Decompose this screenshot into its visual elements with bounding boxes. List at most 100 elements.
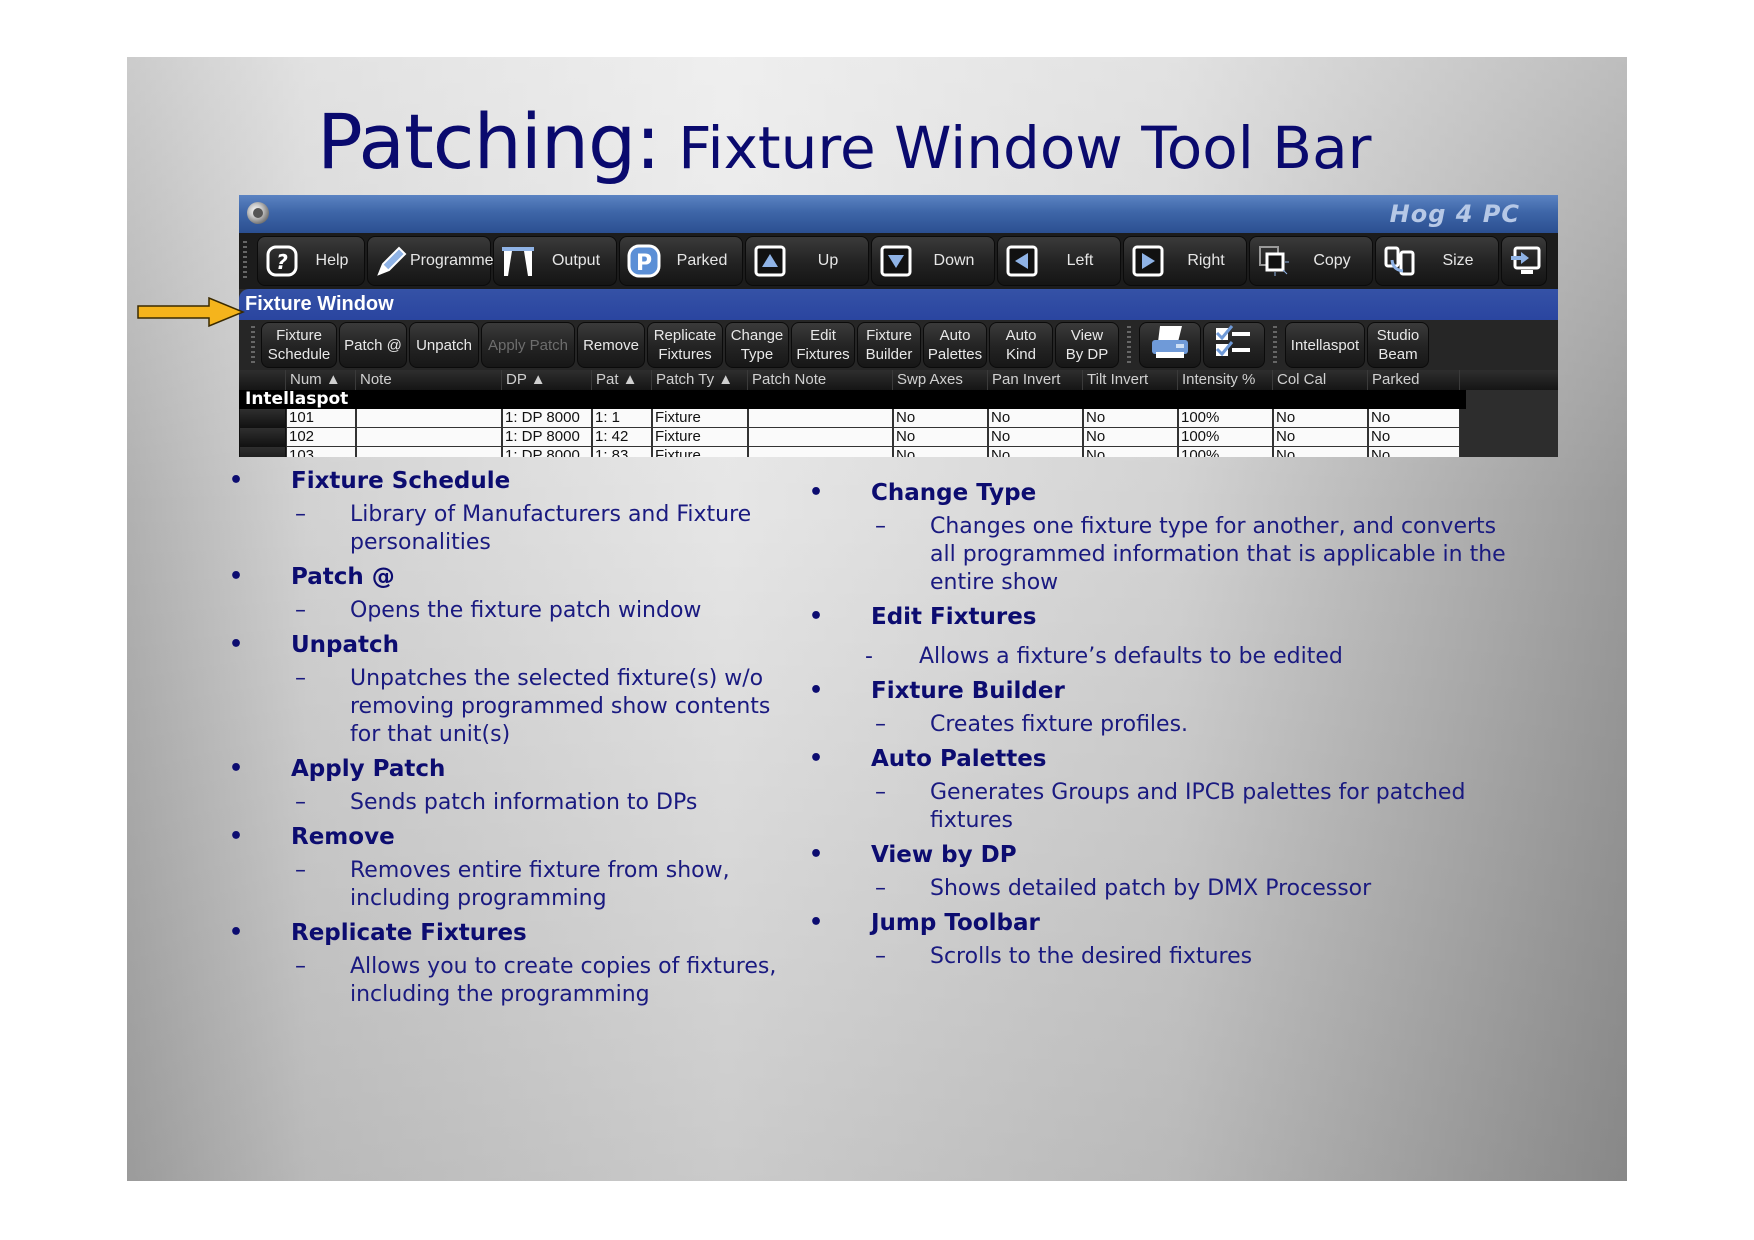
- fixture-toolbar-auto-palettes-button[interactable]: Auto Palettes: [923, 322, 987, 368]
- fixture-toolbar-remove-button[interactable]: Remove: [577, 322, 645, 368]
- parked-icon: P: [626, 243, 662, 279]
- curtain-icon: [500, 243, 536, 279]
- table-cell: No: [1273, 409, 1368, 428]
- table-cell: No: [1368, 447, 1460, 457]
- fixture-toolbar-auto-kind-button[interactable]: Auto Kind: [989, 322, 1053, 368]
- column-header[interactable]: Num ▲: [286, 370, 356, 390]
- group-row-intellaspot[interactable]: Intellaspot: [239, 390, 1466, 409]
- toolbar-button-left[interactable]: Left: [997, 236, 1121, 286]
- pointer-arrow-icon: [137, 297, 245, 327]
- column-header[interactable]: Patch Ty ▲: [652, 370, 748, 390]
- bullet-title: • Apply Patch: [225, 753, 785, 785]
- table-row[interactable]: 102 1: DP 8000 1: 42 Fixture No No No 100% No No: [239, 428, 1558, 447]
- toolbar-button-size[interactable]: Size: [1375, 236, 1499, 286]
- table-cell: 1: DP 8000: [502, 409, 592, 428]
- toolbar-button-copy[interactable]: Copy: [1249, 236, 1373, 286]
- arrow-left-icon: [1004, 243, 1040, 279]
- table-cell: 1: 1: [592, 409, 652, 428]
- bullet-item: • Unpatch – Unpatches the selected fixture(…: [225, 629, 785, 749]
- slide: Patching: Fixture Window Tool Bar Hog 4 …: [127, 57, 1627, 1181]
- dash-icon: -: [865, 644, 873, 669]
- bullet-dot-icon: •: [809, 604, 824, 629]
- table-cell: No: [1273, 447, 1368, 457]
- bullet-title: • Jump Toolbar: [805, 907, 1525, 939]
- dash-icon: –: [875, 780, 886, 805]
- table-row[interactable]: 103 1: DP 8000 1: 83 Fixture No No No 100% No No: [239, 447, 1558, 457]
- toolbar-button-help[interactable]: ? Help: [257, 236, 365, 286]
- toolbar-button-output[interactable]: Output: [493, 236, 617, 286]
- row-selector[interactable]: [239, 447, 286, 457]
- fixture-toolbar-edit-fixtures-button[interactable]: Edit Fixtures: [791, 322, 855, 368]
- window-menu-knob-icon[interactable]: [247, 202, 269, 224]
- jump-toolbar-studio-beam-button[interactable]: Studio Beam: [1367, 322, 1429, 368]
- bullet-title-text: Fixture Schedule: [291, 468, 511, 494]
- bullet-title: • View by DP: [805, 839, 1525, 871]
- toolbar-button-down[interactable]: Down: [871, 236, 995, 286]
- table-cell: No: [988, 428, 1083, 447]
- checklist-button[interactable]: [1203, 322, 1265, 368]
- toolbar-button-up[interactable]: Up: [745, 236, 869, 286]
- toolbar-button-parked[interactable]: P Parked: [619, 236, 743, 286]
- table-cell: [356, 428, 502, 447]
- table-row[interactable]: 101 1: DP 8000 1: 1 Fixture No No No 100% No No: [239, 409, 1558, 428]
- bullet-description: – Unpatches the selected fixture(s) w/o r…: [225, 665, 785, 749]
- bullet-title-text: Jump Toolbar: [871, 910, 1040, 936]
- toolbar-grip[interactable]: [1127, 326, 1131, 364]
- table-cell: [356, 447, 502, 457]
- toolbar-grip[interactable]: [1273, 326, 1277, 364]
- bullet-item: • Change Type – Changes one fixture type fo…: [805, 477, 1525, 597]
- bullet-dot-icon: •: [809, 678, 824, 703]
- jump-toolbar-intellaspot-button[interactable]: Intellaspot: [1285, 322, 1365, 368]
- bullet-title: • Remove: [225, 821, 785, 853]
- fixture-toolbar-change-type-button[interactable]: Change Type: [725, 322, 789, 368]
- fixture-toolbar-patch-button[interactable]: Patch @: [339, 322, 407, 368]
- toolbar-grip[interactable]: [243, 241, 247, 281]
- row-selector[interactable]: [239, 409, 286, 428]
- column-header[interactable]: Intensity %: [1178, 370, 1273, 390]
- toolbar-button-programmer[interactable]: Programmer: [367, 236, 499, 286]
- help-icon: ?: [264, 243, 300, 279]
- column-header[interactable]: Tilt Invert: [1083, 370, 1178, 390]
- dash-icon: –: [875, 514, 886, 539]
- fixture-toolbar-unpatch-button[interactable]: Unpatch: [409, 322, 479, 368]
- bullet-description-text: Allows a fixture’s defaults to be edited: [919, 644, 1343, 669]
- bullet-title-text: Auto Palettes: [871, 746, 1047, 772]
- hog-title-bar: Hog 4 PC: [239, 195, 1558, 233]
- bullet-description-text: Library of Manufacturers and Fixture per…: [350, 502, 752, 555]
- arrow-right-icon: [1130, 243, 1166, 279]
- hog-brand-label: Hog 4 PC: [1389, 200, 1520, 228]
- monitor-icon: [1508, 243, 1544, 279]
- column-header[interactable]: Col Cal: [1273, 370, 1368, 390]
- table-cell: 1: DP 8000: [502, 428, 592, 447]
- column-header[interactable]: DP ▲: [502, 370, 592, 390]
- column-header[interactable]: Pat ▲: [592, 370, 652, 390]
- column-header[interactable]: Swp Axes: [893, 370, 988, 390]
- bullet-title-text: Unpatch: [291, 632, 400, 658]
- fixture-toolbar-apply-patch-button[interactable]: Apply Patch: [481, 322, 575, 368]
- bullet-description: – Shows detailed patch by DMX Processor: [805, 875, 1525, 903]
- fixture-toolbar-fixture-builder-button[interactable]: Fixture Builder: [857, 322, 921, 368]
- hog-window-screenshot: Hog 4 PC ? Help Programmer Output P Parked Up D…: [239, 195, 1558, 457]
- table-cell: 100%: [1178, 428, 1273, 447]
- column-header[interactable]: Parked: [1368, 370, 1460, 390]
- row-selector[interactable]: [239, 428, 286, 447]
- toolbar-button-right[interactable]: Right: [1123, 236, 1247, 286]
- toolbar-grip[interactable]: [251, 326, 255, 364]
- table-cell: Fixture: [652, 428, 748, 447]
- bullet-dot-icon: •: [809, 480, 824, 505]
- fixture-toolbar-replicate-fixtures-button[interactable]: Replicate Fixtures: [647, 322, 723, 368]
- arrow-up-icon: [752, 243, 788, 279]
- fixture-toolbar-view-by-dp-button[interactable]: View By DP: [1055, 322, 1119, 368]
- dash-icon: –: [875, 876, 886, 901]
- fixture-toolbar-fixture-schedule-button[interactable]: Fixture Schedule: [261, 322, 337, 368]
- column-header[interactable]: Note: [356, 370, 502, 390]
- column-header[interactable]: [239, 370, 286, 390]
- toolbar-button-display[interactable]: [1501, 236, 1547, 286]
- toolbar-button-label: Copy: [1313, 252, 1351, 269]
- bullet-title-text: View by DP: [871, 842, 1017, 868]
- column-header[interactable]: Patch Note: [748, 370, 893, 390]
- slide-title-main: Patching:: [317, 97, 661, 186]
- column-header[interactable]: Pan Invert: [988, 370, 1083, 390]
- print-button[interactable]: [1139, 322, 1201, 368]
- bullet-item: • Fixture Builder – Creates fixture profile…: [805, 675, 1525, 739]
